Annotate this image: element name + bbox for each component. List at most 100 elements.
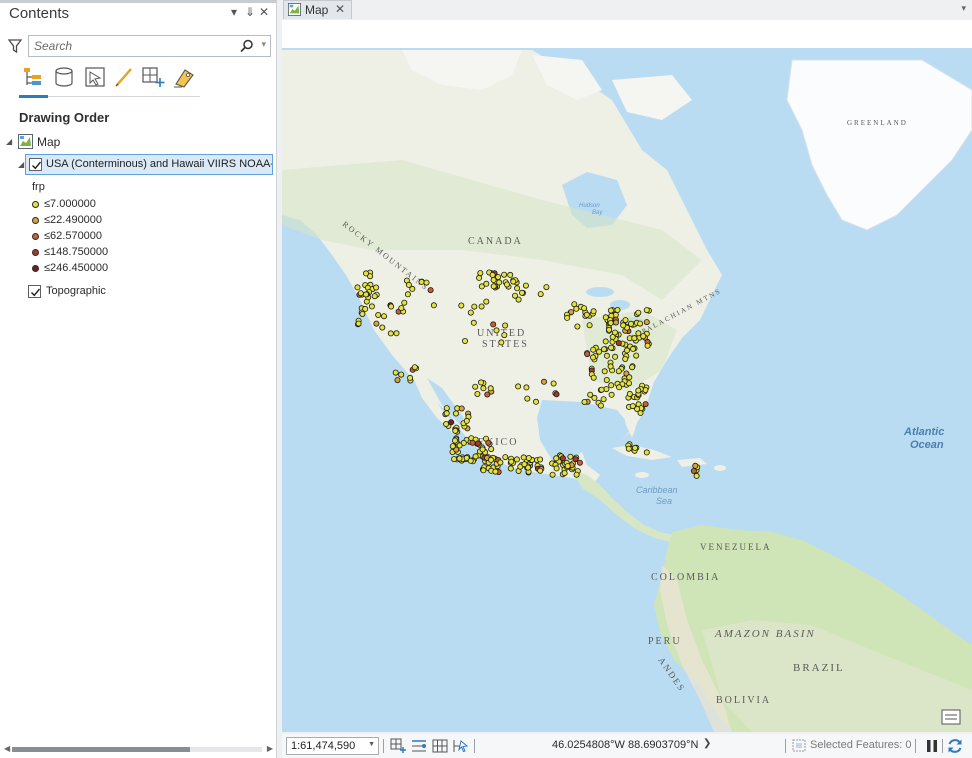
fire-point[interactable] [635,387,642,394]
fire-point[interactable] [496,279,503,286]
fire-point[interactable] [615,340,622,347]
fire-point[interactable] [622,317,629,324]
fire-point[interactable] [625,445,632,452]
fire-point[interactable] [626,390,633,397]
fire-point[interactable] [642,401,649,408]
legend-class-3[interactable]: ≤62.570000 [32,229,182,244]
fire-point[interactable] [363,270,370,277]
fire-point[interactable] [490,283,497,290]
fire-point[interactable] [612,353,619,360]
fire-point[interactable] [401,299,408,306]
list-by-selection-icon[interactable] [82,64,108,90]
fire-point[interactable] [567,453,574,460]
tree-item-map[interactable]: ◢ Map [6,133,206,151]
fire-point[interactable] [461,337,468,344]
fire-point[interactable] [507,465,514,472]
fire-point[interactable] [631,335,638,342]
fire-point[interactable] [480,385,487,392]
fire-point[interactable] [398,371,405,378]
legend-class-5[interactable]: ≤246.450000 [32,261,182,276]
fire-point[interactable] [581,398,588,405]
search-options-icon[interactable]: ▾ [261,39,266,50]
fire-point[interactable] [537,467,544,474]
fire-point[interactable] [490,321,497,328]
scroll-right-icon[interactable]: ▶ [267,744,273,753]
fire-point[interactable] [521,461,528,468]
fire-point[interactable] [603,352,610,359]
fire-point[interactable] [483,280,490,287]
grid-add-icon[interactable] [390,738,406,754]
snapping-icon[interactable] [411,738,427,754]
fire-point[interactable] [443,405,450,412]
fire-point[interactable] [550,380,557,387]
fire-point[interactable] [537,291,544,298]
fire-point[interactable] [479,446,486,453]
horizontal-scrollbar[interactable]: ◀ ▶ [4,744,273,754]
fire-point[interactable] [590,374,597,381]
fire-point[interactable] [452,427,459,434]
fire-point[interactable] [523,384,530,391]
fire-point[interactable] [626,374,633,381]
fire-point[interactable] [443,420,450,427]
scroll-thumb[interactable] [12,747,190,752]
fire-point[interactable] [643,307,650,314]
fire-point[interactable] [635,309,642,316]
fire-point[interactable] [448,419,455,426]
fire-point[interactable] [524,395,531,402]
fire-point[interactable] [693,472,700,479]
fire-point[interactable] [472,453,479,460]
fire-point[interactable] [640,333,647,340]
close-tab-icon[interactable]: ✕ [335,2,345,16]
fire-point[interactable] [501,332,508,339]
fire-point[interactable] [591,394,598,401]
map-render[interactable]: CANADA UNITED STATES MEXICO ROCKY MOUNTA… [282,20,972,732]
close-pane-icon[interactable]: ✕ [259,5,269,19]
fire-point[interactable] [616,384,623,391]
fire-point[interactable] [404,291,411,298]
fire-point[interactable] [489,271,496,278]
coordinate-format-chevron-icon[interactable]: ❯ [703,738,711,749]
navigation-icon[interactable] [452,738,468,754]
fire-point[interactable] [451,437,458,444]
refresh-icon[interactable] [946,737,964,755]
legend-class-2[interactable]: ≤22.490000 [32,213,182,228]
fire-point[interactable] [470,319,477,326]
filter-icon[interactable] [8,38,22,54]
collapse-caret-icon[interactable]: ◢ [18,160,24,169]
map-canvas[interactable]: CANADA UNITED STATES MEXICO ROCKY MOUNTA… [282,20,972,732]
fire-point[interactable] [379,324,386,331]
fire-point[interactable] [637,320,644,327]
fire-point[interactable] [483,298,490,305]
fire-point[interactable] [467,309,474,316]
fire-point[interactable] [474,440,481,447]
fire-point[interactable] [549,471,556,478]
fire-point[interactable] [452,410,459,417]
layer-visibility-checkbox[interactable] [29,158,42,171]
fire-point[interactable] [553,391,560,398]
fire-point[interactable] [492,468,499,475]
fire-point[interactable] [427,287,434,294]
map-overview-icon[interactable] [941,709,961,725]
fire-point[interactable] [644,342,651,349]
fire-point[interactable] [631,444,638,451]
fire-point[interactable] [411,364,418,371]
fire-point[interactable] [627,320,634,327]
legend-class-1[interactable]: ≤7.000000 [32,197,182,212]
fire-point[interactable] [392,369,399,376]
fire-point[interactable] [629,345,636,352]
fire-point[interactable] [532,398,539,405]
fire-point[interactable] [515,383,522,390]
fire-point[interactable] [355,320,362,327]
fire-point[interactable] [559,455,566,462]
fire-point[interactable] [449,443,456,450]
fire-point[interactable] [586,322,593,329]
fire-point[interactable] [553,455,560,462]
fire-point[interactable] [607,363,614,370]
fire-point[interactable] [456,442,463,449]
list-by-snapping-icon[interactable] [140,64,166,90]
tree-item-topographic[interactable]: Topographic [28,284,228,300]
pause-drawing-icon[interactable] [925,738,939,754]
fire-point[interactable] [608,344,615,351]
search-box[interactable]: ▾ [28,35,271,57]
fire-point[interactable] [564,314,571,321]
